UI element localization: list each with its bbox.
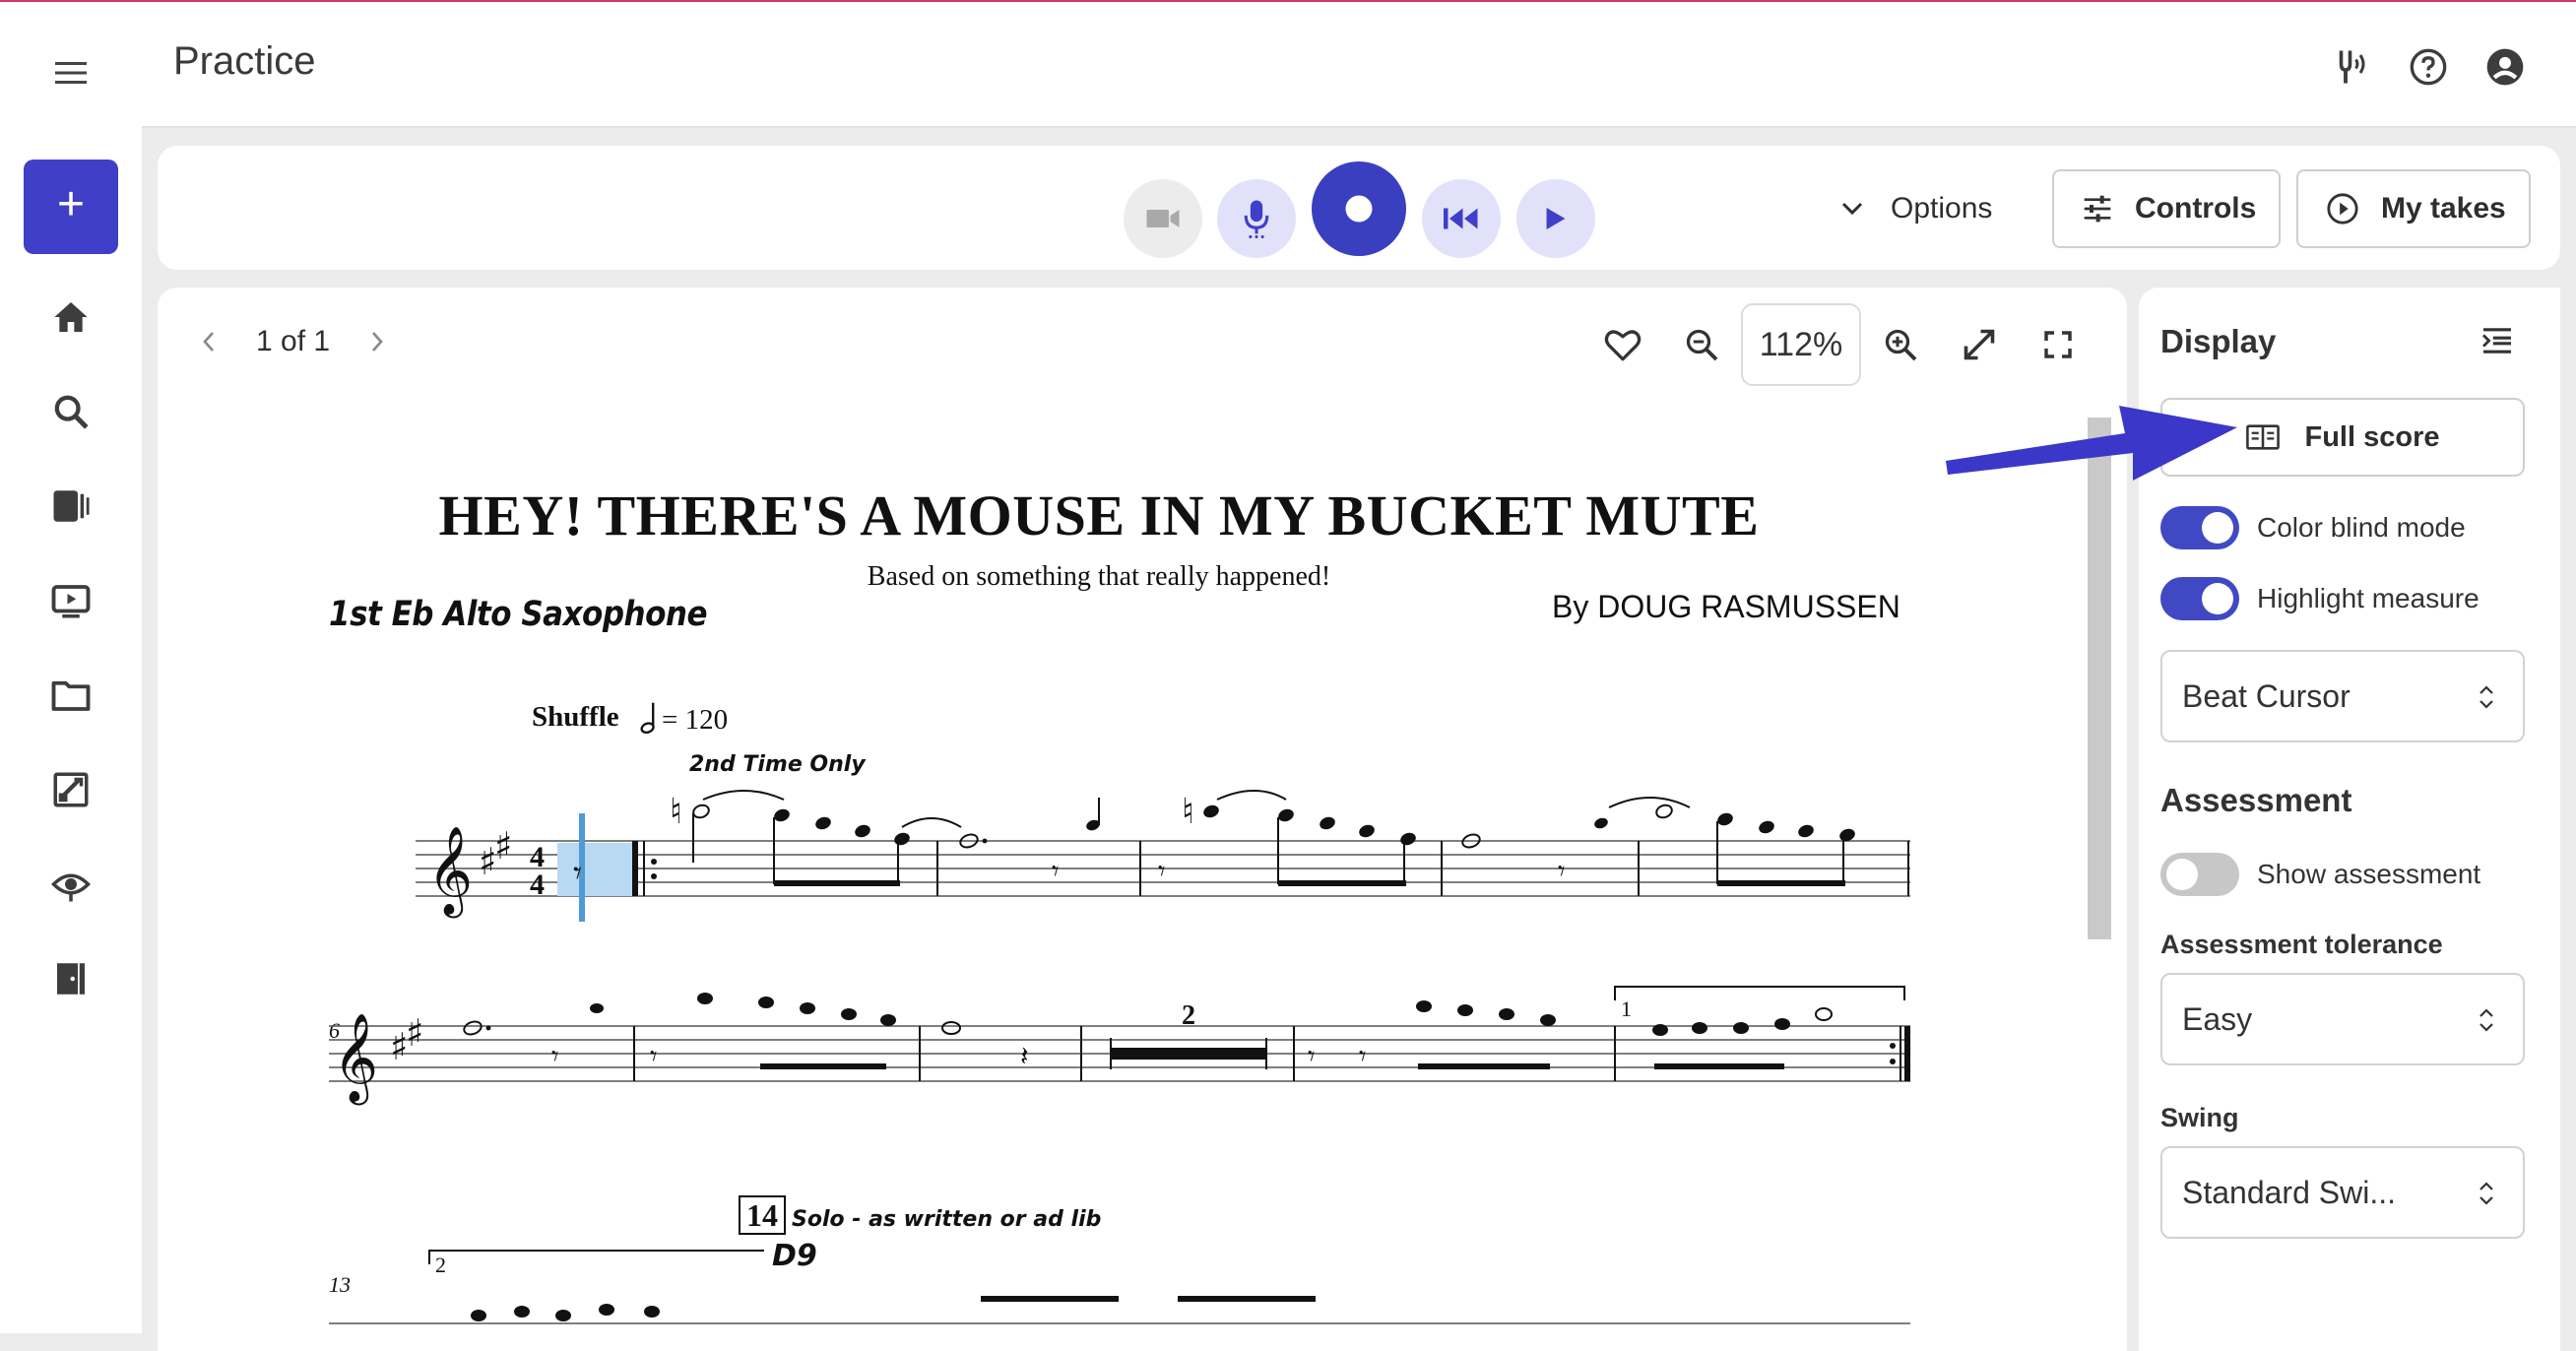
color-blind-label: Color blind mode: [2257, 512, 2466, 543]
page-indicator: 1 of 1: [256, 325, 331, 357]
rewind-button[interactable]: [1422, 179, 1501, 258]
cursor-mode-select[interactable]: Beat Cursor: [2160, 650, 2525, 742]
ending-bracket-label: 1: [1621, 997, 1632, 1021]
svg-text:♯: ♯: [406, 1011, 423, 1055]
previous-page-icon[interactable]: [201, 330, 217, 354]
menu-icon[interactable]: [45, 49, 97, 96]
zoom-out-icon[interactable]: [1676, 319, 1727, 370]
select-arrows-icon: [2479, 1182, 2493, 1205]
ending-bracket-label: 2: [435, 1253, 446, 1277]
folder-icon[interactable]: [45, 670, 97, 721]
play-circle-icon: [2326, 192, 2359, 225]
microphone-button[interactable]: [1217, 179, 1296, 258]
sliders-icon: [2082, 193, 2113, 225]
account-icon[interactable]: [2479, 41, 2531, 93]
zoom-level[interactable]: 112%: [1741, 303, 1861, 386]
highlight-measure-switch[interactable]: [2160, 577, 2239, 620]
controls-button[interactable]: Controls: [2052, 169, 2281, 248]
highlight-measure-label: Highlight measure: [2257, 583, 2479, 613]
highlight-measure-toggle-row: Highlight measure: [2160, 577, 2479, 620]
record-button[interactable]: [1312, 161, 1406, 256]
new-button[interactable]: +: [24, 160, 118, 254]
my-takes-label: My takes: [2381, 192, 2506, 225]
full-score-label: Full score: [2304, 420, 2440, 453]
svg-text:𝄾: 𝄾: [650, 1040, 657, 1072]
controls-label: Controls: [2135, 192, 2257, 225]
cursor-mode-value: Beat Cursor: [2182, 678, 2351, 714]
select-arrows-icon: [2479, 1008, 2493, 1032]
svg-text:𝄾: 𝄾: [573, 854, 582, 893]
measure-highlight: [557, 843, 638, 896]
options-label: Options: [1891, 192, 1993, 225]
page-title: Practice: [173, 39, 316, 83]
svg-text:𝄾: 𝄾: [1359, 1040, 1366, 1072]
assessment-title: Assessment: [2160, 782, 2352, 818]
next-page-icon[interactable]: [369, 330, 385, 354]
exit-icon[interactable]: [45, 953, 97, 1004]
fullscreen-icon[interactable]: [2032, 319, 2084, 370]
search-icon[interactable]: [45, 386, 97, 437]
my-takes-button[interactable]: My takes: [2296, 169, 2531, 248]
page-navigator: 1 of 1: [201, 325, 385, 358]
help-icon[interactable]: [2403, 41, 2454, 93]
expand-icon[interactable]: [1954, 319, 2005, 370]
show-assessment-toggle-row: Show assessment: [2160, 853, 2480, 896]
camera-button[interactable]: [1124, 179, 1202, 258]
tolerance-select[interactable]: Easy: [2160, 973, 2525, 1065]
swing-value: Standard Swi...: [2182, 1175, 2396, 1210]
tolerance-label: Assessment tolerance: [2160, 930, 2443, 959]
svg-text:𝄾: 𝄾: [1052, 855, 1059, 887]
select-arrows-icon: [2479, 685, 2493, 709]
display-title: Display: [2160, 323, 2277, 359]
tolerance-value: Easy: [2182, 1001, 2253, 1037]
score-scrollbar[interactable]: [2088, 418, 2111, 939]
assignment-icon[interactable]: [45, 764, 97, 815]
sheet-music: HEY! THERE'S A MOUSE IN MY BUCKET MUTE B…: [311, 433, 1926, 1333]
show-assessment-switch[interactable]: [2160, 853, 2239, 896]
svg-text:♯: ♯: [494, 824, 512, 868]
color-blind-switch[interactable]: [2160, 506, 2239, 549]
tuner-icon[interactable]: [2326, 41, 2377, 93]
svg-text:4: 4: [530, 868, 545, 901]
show-assessment-label: Show assessment: [2257, 859, 2481, 889]
chevron-down-icon: [1841, 202, 1863, 216]
color-blind-toggle-row: Color blind mode: [2160, 506, 2466, 549]
svg-text:𝄞: 𝄞: [333, 1013, 378, 1106]
multirest-count: 2: [1182, 1000, 1195, 1031]
staff-notation: 𝄞 ♯ ♯ 4 4 𝄾 ♮ 𝄾 𝄾 ♮ 𝄾 𝄞 ♯ ♯ 𝄾 𝄾 𝄽 2 𝄾 𝄾 …: [329, 790, 1910, 1324]
play-button[interactable]: [1516, 179, 1595, 258]
svg-text:𝄞: 𝄞: [427, 826, 473, 919]
svg-text:𝄾: 𝄾: [1308, 1040, 1315, 1072]
svg-text:𝄾: 𝄾: [1558, 855, 1565, 887]
home-icon[interactable]: [45, 291, 97, 343]
video-icon[interactable]: [45, 575, 97, 626]
book-icon: [2245, 422, 2280, 452]
svg-text:𝄽: 𝄽: [1020, 1040, 1029, 1072]
zoom-in-icon[interactable]: [1875, 319, 1926, 370]
swing-select[interactable]: Standard Swi...: [2160, 1146, 2525, 1239]
annotation-arrow: [1946, 406, 2237, 481]
svg-text:♮: ♮: [670, 792, 682, 832]
options-button[interactable]: Options: [1841, 177, 1992, 240]
library-icon[interactable]: [45, 481, 97, 532]
svg-text:𝄾: 𝄾: [551, 1040, 558, 1072]
svg-text:𝄾: 𝄾: [1158, 855, 1165, 887]
collapse-panel-icon[interactable]: [2472, 315, 2523, 366]
svg-text:♮: ♮: [1182, 792, 1194, 832]
heart-icon[interactable]: [1597, 319, 1648, 370]
ear-training-icon[interactable]: [45, 859, 97, 910]
app-bar: [142, 2, 2576, 128]
swing-label: Swing: [2160, 1103, 2239, 1132]
